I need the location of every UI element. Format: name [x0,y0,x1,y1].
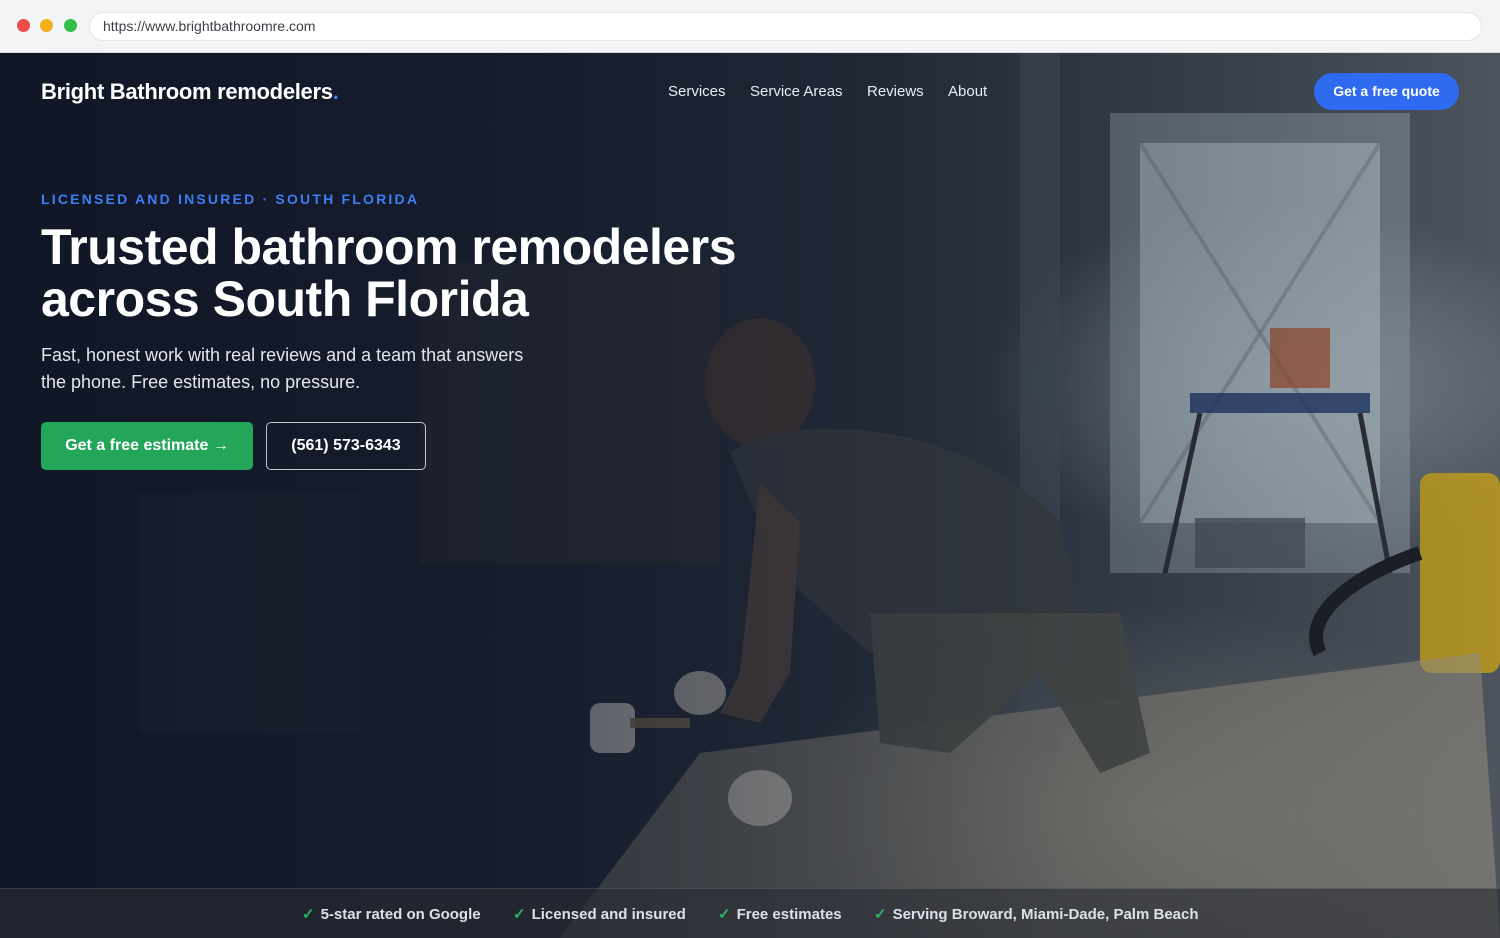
get-free-quote-button[interactable]: Get a free quote [1314,73,1459,110]
site-logo[interactable]: Bright Bathroom remodelers. [41,79,339,105]
get-free-estimate-button[interactable]: Get a free estimate → [41,422,253,470]
nav-link-reviews[interactable]: Reviews [867,83,924,100]
trust-item-label: Serving Broward, Miami-Dade, Palm Beach [892,906,1199,923]
trust-item: ✓ 5-star rated on Google [302,905,481,923]
trust-item: ✓ Licensed and insured [513,905,686,923]
logo-dot: . [332,79,339,104]
hero-eyebrow: LICENSED AND INSURED · SOUTH FLORIDA [41,191,420,207]
subtext-line-1: Fast, honest work with real reviews and … [41,345,524,365]
hero-overlay [0,53,1500,938]
trust-item-label: Free estimates [736,906,842,923]
nav-link-about[interactable]: About [948,83,987,100]
nav-link-service-areas[interactable]: Service Areas [750,83,843,100]
trust-item: ✓ Serving Broward, Miami-Dade, Palm Beach [874,905,1199,923]
check-icon: ✓ [302,906,315,923]
hero-section: Bright Bathroom remodelers. Services Ser… [0,53,1500,938]
headline-line-2: across South Florida [41,271,529,327]
nav-link-services[interactable]: Services [668,83,726,100]
headline-line-1: Trusted bathroom remodelers [41,219,737,275]
trust-item-label: Licensed and insured [531,906,686,923]
check-icon: ✓ [718,906,731,923]
check-icon: ✓ [513,906,526,923]
subtext-line-2: the phone. Free estimates, no pressure. [41,372,361,392]
hero-subtext: Fast, honest work with real reviews and … [41,342,581,396]
logo-text: Bright Bathroom remodelers [41,79,333,104]
trust-item: ✓ Free estimates [718,905,842,923]
close-window-icon[interactable] [17,19,30,32]
check-icon: ✓ [874,906,887,923]
browser-chrome: https://www.brightbathroomre.com [0,0,1500,53]
trust-bar: ✓ 5-star rated on Google ✓ Licensed and in… [0,888,1500,938]
minimize-window-icon[interactable] [40,19,53,32]
maximize-window-icon[interactable] [64,19,77,32]
trust-item-label: 5-star rated on Google [320,906,481,923]
address-bar[interactable]: https://www.brightbathroomre.com [89,12,1482,41]
phone-call-button[interactable]: (561) 573-6343 [266,422,426,470]
hero-headline: Trusted bathroom remodelers across South… [41,221,801,325]
